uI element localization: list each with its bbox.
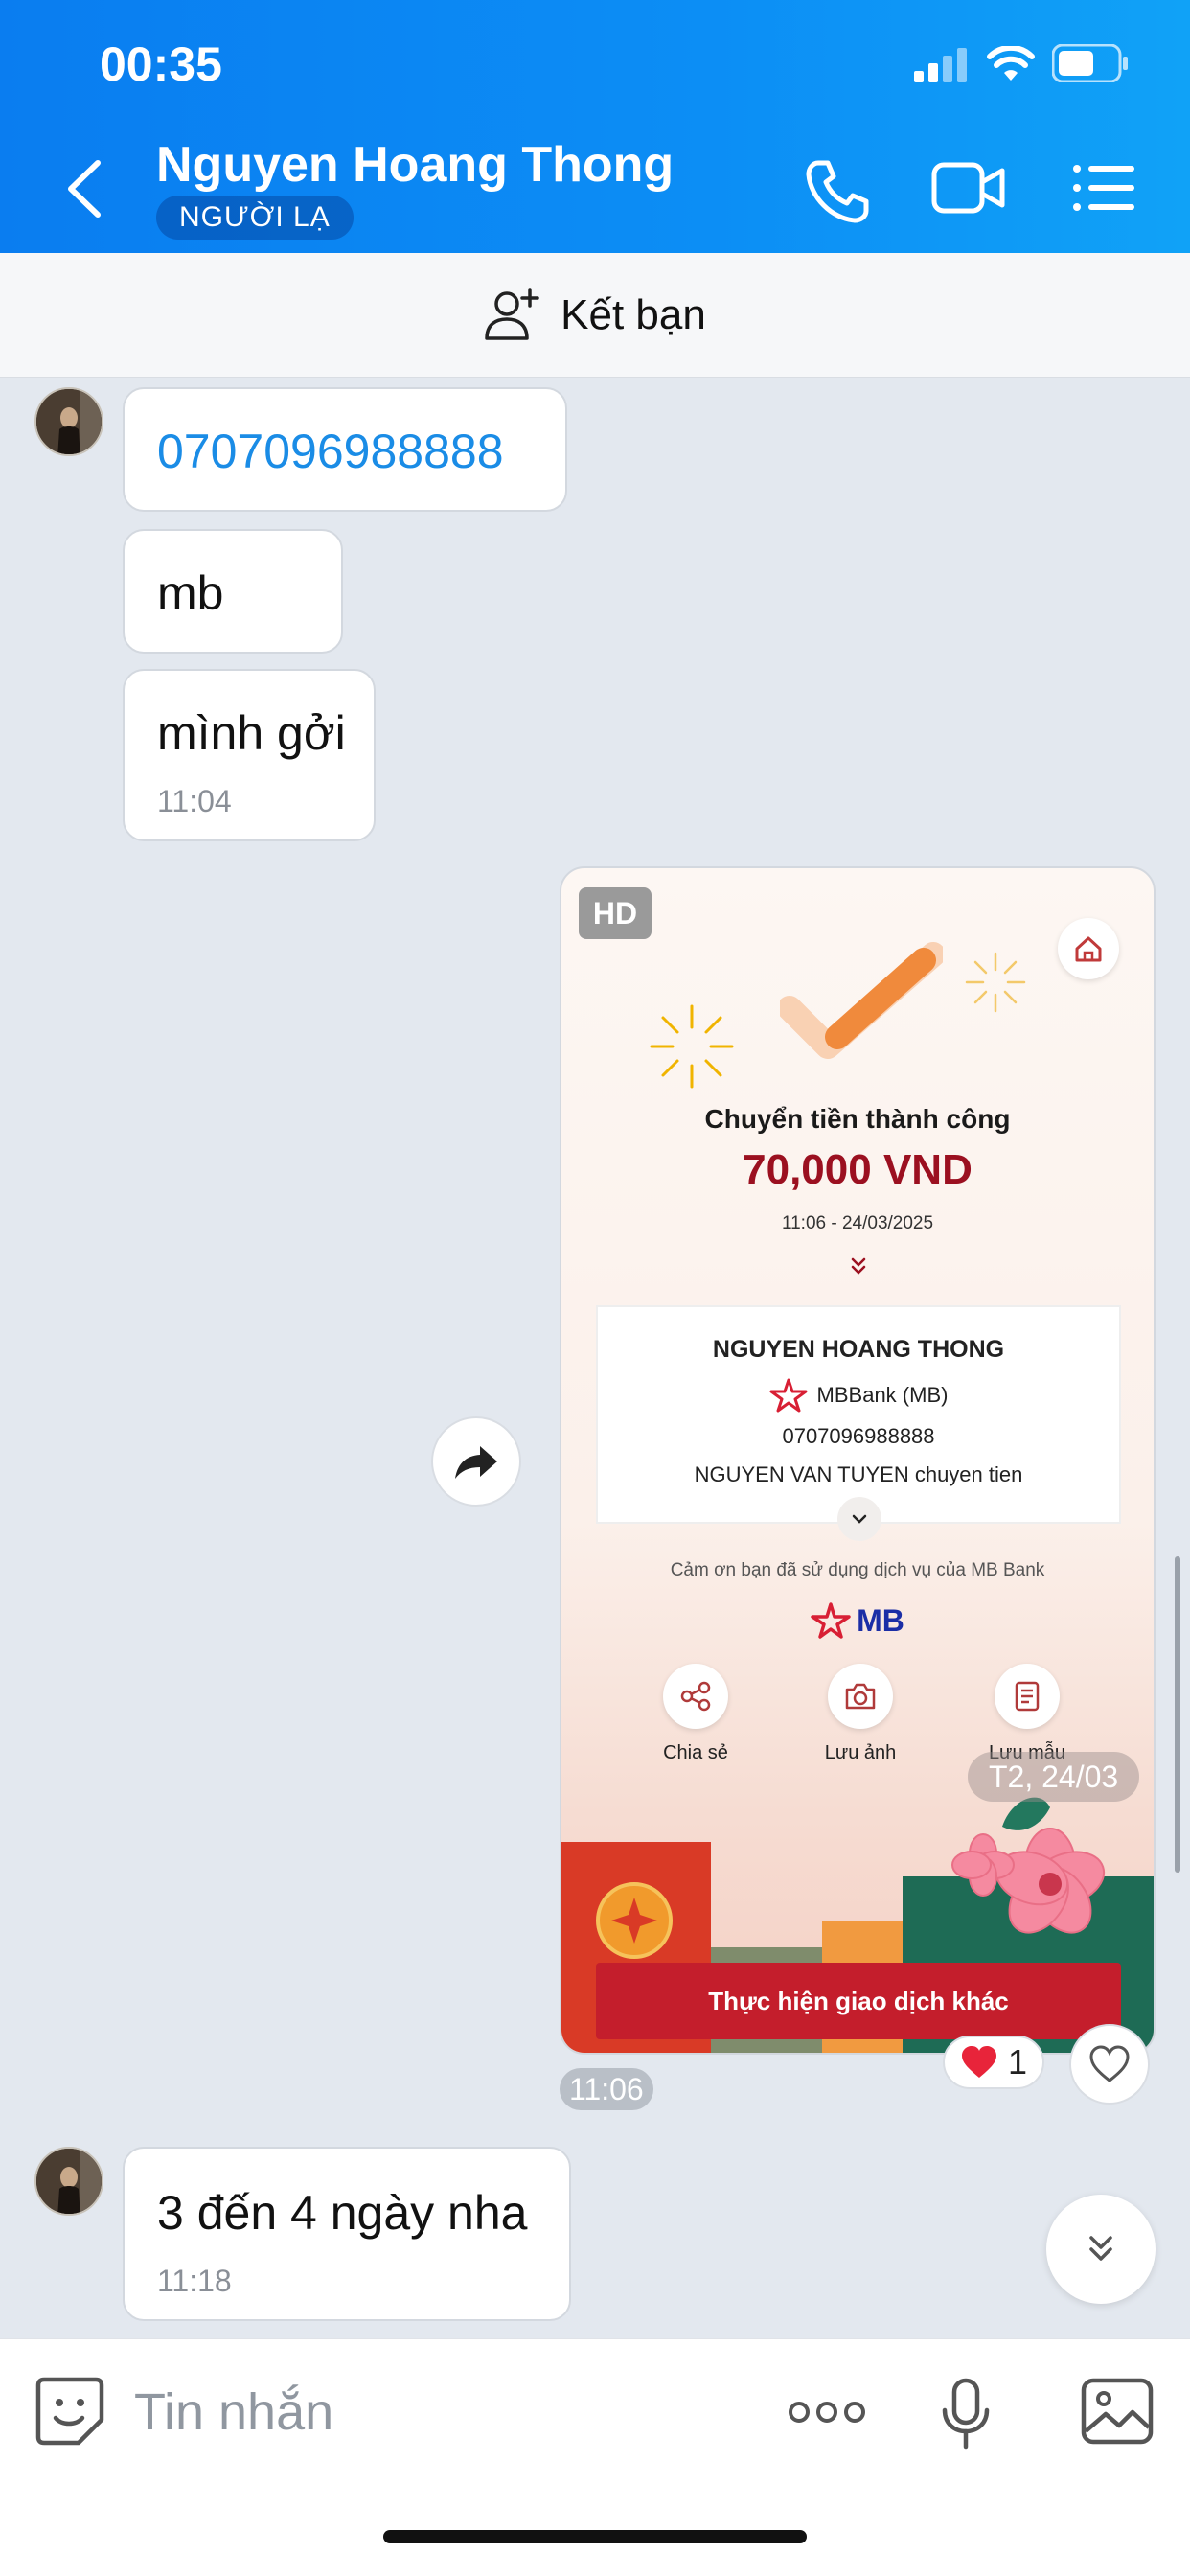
flower-decoration — [951, 1797, 1106, 1934]
contact-avatar[interactable] — [34, 2147, 103, 2216]
message-text: 3 đến 4 ngày nha — [157, 2186, 528, 2240]
signal-icon — [914, 48, 967, 82]
message-time: 11:06 — [560, 2068, 653, 2110]
more-icon[interactable] — [788, 2395, 866, 2429]
microphone-icon[interactable] — [941, 2378, 991, 2450]
date-pill: T2, 24/03 — [968, 1752, 1140, 1802]
reaction-summary[interactable]: 1 — [943, 2036, 1044, 2089]
message-input[interactable] — [134, 2374, 747, 2450]
heart-outline-icon — [1089, 2045, 1130, 2082]
list-menu-icon[interactable] — [1071, 161, 1136, 215]
transfer-datetime: 11:06 - 24/03/2025 — [781, 1213, 934, 1233]
transfer-amount: 70,000 VND — [743, 1146, 973, 1193]
receipt-home-button — [1058, 918, 1119, 979]
save-template-action: Lưu mẫu — [960, 1664, 1094, 1764]
wifi-icon — [987, 46, 1035, 80]
phone-number-link[interactable]: 0707096988888 — [157, 424, 504, 479]
home-icon — [1075, 936, 1102, 962]
scrollbar[interactable] — [1175, 1556, 1180, 1873]
battery-icon — [1052, 44, 1128, 82]
mb-star-icon — [769, 1378, 808, 1413]
message-time: 11:04 — [157, 784, 232, 818]
save-image-action: Lưu ảnh — [793, 1664, 927, 1764]
add-user-icon — [485, 288, 539, 340]
chat-header: 00:35 Nguyen Hoang Thong NGƯỜI LẠ — [0, 0, 1190, 253]
forward-button[interactable] — [431, 1416, 521, 1506]
firework-decoration — [965, 952, 1026, 1013]
share-label: Chia sẻ — [663, 1742, 728, 1763]
mb-logo: MB — [561, 1602, 1154, 1639]
message-bubble[interactable]: mb — [123, 529, 343, 654]
coin-icon — [596, 1882, 673, 1959]
message-bubble[interactable]: 3 đến 4 ngày nha 11:18 — [123, 2147, 571, 2321]
save-image-label: Lưu ảnh — [824, 1742, 897, 1763]
contact-name[interactable]: Nguyen Hoang Thong — [156, 136, 674, 194]
recipient-name: NGUYEN HOANG THONG — [712, 1336, 1005, 1363]
contact-avatar[interactable] — [34, 387, 103, 456]
message-time: 11:18 — [157, 2264, 232, 2298]
bank-row: MBBank (MB) — [598, 1378, 1119, 1413]
message-text: mình gởi — [157, 706, 346, 760]
new-transaction-button: Thực hiện giao dịch khác — [596, 1963, 1121, 2039]
transfer-status: Chuyển tiền thành công — [704, 1104, 1011, 1134]
video-camera-icon[interactable] — [931, 159, 1006, 217]
phone-icon[interactable] — [803, 157, 872, 226]
react-button[interactable] — [1069, 2024, 1150, 2104]
add-friend-label: Kết bạn — [561, 290, 706, 338]
chevron-double-down-icon — [1089, 2236, 1112, 2261]
scroll-to-bottom-button[interactable] — [1046, 2195, 1156, 2304]
heart-filled-icon — [961, 2046, 996, 2078]
message-bubble[interactable]: 0707096988888 — [123, 387, 567, 512]
image-gallery-icon[interactable] — [1081, 2378, 1154, 2445]
hd-badge: HD — [579, 887, 652, 939]
share-action: Chia sẻ — [629, 1664, 763, 1764]
message-bubble[interactable]: mình gởi 11:04 — [123, 669, 376, 841]
share-icon — [680, 1681, 711, 1712]
reaction-count: 1 — [1007, 2042, 1028, 2082]
status-time: 00:35 — [100, 37, 222, 91]
template-icon — [1015, 1681, 1040, 1712]
mb-star-icon — [811, 1602, 851, 1639]
stranger-badge: NGƯỜI LẠ — [156, 196, 354, 240]
sticker-icon[interactable] — [34, 2376, 105, 2447]
thanks-text: Cảm ơn bạn đã sử dụng dịch vụ của MB Ban… — [670, 1560, 1045, 1580]
account-number: 0707096988888 — [782, 1424, 935, 1448]
avatar-photo — [36, 389, 102, 454]
avatar-photo — [36, 2149, 102, 2214]
mb-logo-text: MB — [857, 1602, 904, 1638]
home-indicator[interactable] — [383, 2530, 807, 2543]
firework-decoration — [650, 1004, 734, 1089]
expand-details-button — [837, 1497, 881, 1541]
bank-name: MBBank (MB) — [816, 1383, 949, 1407]
success-check-icon — [780, 942, 943, 1059]
camera-icon — [845, 1683, 876, 1710]
back-icon[interactable] — [57, 155, 115, 222]
add-friend-button[interactable]: Kết bạn — [0, 253, 1190, 378]
recipient-card: NGUYEN HOANG THONG MBBank (MB) 070709698… — [596, 1305, 1121, 1524]
chevron-down-icon — [852, 1514, 867, 1524]
message-text: mb — [157, 566, 224, 620]
forward-icon — [455, 1446, 497, 1479]
transfer-receipt-image[interactable]: HD Chuyển tiền thành công 70,000 VND 11:… — [560, 866, 1156, 2055]
chevron-double-down-icon — [851, 1257, 866, 1275]
transfer-note: NGUYEN VAN TUYEN chuyen tien — [694, 1462, 1023, 1486]
